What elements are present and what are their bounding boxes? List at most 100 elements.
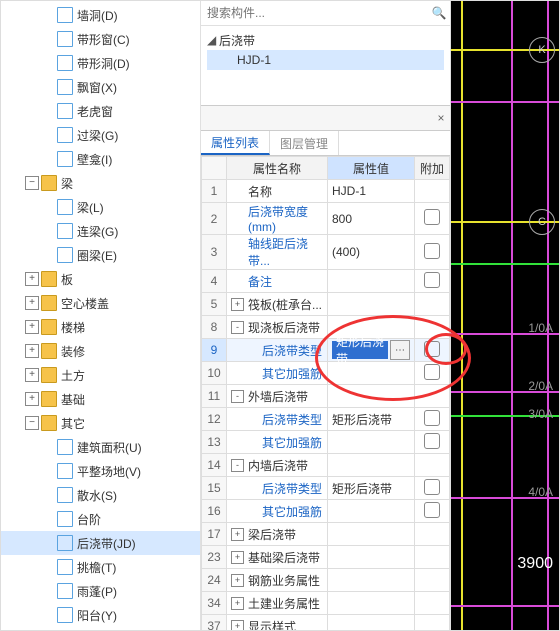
tab-properties[interactable]: 属性列表 [201,131,270,155]
property-value[interactable]: 矩形后浇带⋯ [328,339,414,361]
checkbox[interactable] [424,433,440,449]
extra-cell[interactable] [415,592,450,615]
extra-cell[interactable] [415,293,450,316]
extra-cell[interactable] [415,454,450,477]
tree-item[interactable]: 老虎窗 [1,99,200,123]
extra-cell[interactable] [415,362,450,385]
property-row[interactable]: 24+钢筋业务属性 [202,569,450,592]
category-tree[interactable]: 墙洞(D)带形窗(C)带形洞(D)飘窗(X)老虎窗过梁(G)壁龛(I)−梁梁(L… [1,1,201,630]
property-row[interactable]: 34+土建业务属性 [202,592,450,615]
tree-item[interactable]: 带形洞(D) [1,51,200,75]
property-value[interactable] [328,546,414,568]
collapse-icon[interactable]: − [25,176,39,190]
tree-item[interactable]: 带形窗(C) [1,27,200,51]
property-value[interactable] [328,385,414,407]
property-value[interactable] [328,431,414,453]
value-text[interactable]: 矩形后浇带 [332,341,388,359]
search-input[interactable] [201,6,428,20]
property-value[interactable] [328,454,414,476]
checkbox[interactable] [424,364,440,380]
collapse-icon[interactable]: - [231,321,244,334]
tree-folder[interactable]: −其它 [1,411,200,435]
property-row[interactable]: 5+筏板(桩承台... [202,293,450,316]
property-row[interactable]: 14-内墙后浇带 [202,454,450,477]
property-grid[interactable]: 属性名称 属性值 附加 1名称HJD-12后浇带宽度(mm)8003轴线距后浇带… [201,156,450,630]
extra-cell[interactable] [415,203,450,235]
tree-item[interactable]: 雨蓬(P) [1,579,200,603]
tree-item[interactable]: 挑檐(T) [1,555,200,579]
tree-item[interactable]: 壁龛(I) [1,147,200,171]
tree-folder[interactable]: +楼梯 [1,315,200,339]
extra-cell[interactable] [415,477,450,500]
expand-icon[interactable]: + [231,574,244,587]
tree-folder[interactable]: +土方 [1,363,200,387]
tree-item[interactable]: 散水(S) [1,483,200,507]
extra-cell[interactable] [415,500,450,523]
property-value[interactable] [328,270,414,292]
property-row[interactable]: 37+显示样式 [202,615,450,631]
tree-folder[interactable]: +板 [1,267,200,291]
property-row[interactable]: 4备注 [202,270,450,293]
expand-icon[interactable]: + [25,272,39,286]
property-value[interactable]: 矩形后浇带 [328,408,414,430]
property-row[interactable]: 13其它加强筋 [202,431,450,454]
collapse-icon[interactable]: - [231,459,244,472]
extra-cell[interactable] [415,408,450,431]
tree-item[interactable]: 平整场地(V) [1,459,200,483]
property-row[interactable]: 9后浇带类型矩形后浇带⋯ [202,339,450,362]
tree-folder[interactable]: +空心楼盖 [1,291,200,315]
tree-item[interactable]: 过梁(G) [1,123,200,147]
tree-folder[interactable]: +装修 [1,339,200,363]
checkbox[interactable] [424,272,440,288]
component-root[interactable]: ◢ 后浇带 [207,30,444,50]
checkbox[interactable] [424,410,440,426]
expand-icon[interactable]: + [25,344,39,358]
tree-item[interactable]: 圈梁(E) [1,243,200,267]
expand-icon[interactable]: + [25,368,39,382]
expand-icon[interactable]: + [25,392,39,406]
checkbox[interactable] [424,209,440,225]
expand-icon[interactable]: + [25,320,39,334]
tree-item[interactable]: 后浇带(JD) [1,531,200,555]
property-value[interactable]: HJD-1 [328,180,414,202]
property-value[interactable] [328,592,414,614]
property-value[interactable] [328,523,414,545]
property-row[interactable]: 16其它加强筋 [202,500,450,523]
property-value[interactable] [328,293,414,315]
component-item[interactable]: HJD-1 [207,50,444,70]
property-row[interactable]: 3轴线距后浇带...(400) [202,235,450,270]
property-row[interactable]: 11-外墙后浇带 [202,385,450,408]
property-value[interactable] [328,500,414,522]
extra-cell[interactable] [415,615,450,631]
checkbox[interactable] [424,479,440,495]
component-tree[interactable]: ◢ 后浇带 HJD-1 [201,26,450,106]
extra-cell[interactable] [415,546,450,569]
tree-item[interactable]: 墙洞(D) [1,3,200,27]
expand-icon[interactable]: + [25,296,39,310]
property-row[interactable]: 8-现浇板后浇带 [202,316,450,339]
property-value[interactable]: 800 [328,203,414,234]
extra-cell[interactable] [415,523,450,546]
tree-item[interactable]: 梁(L) [1,195,200,219]
checkbox[interactable] [424,243,440,259]
tree-folder[interactable]: −梁 [1,171,200,195]
property-row[interactable]: 15后浇带类型矩形后浇带 [202,477,450,500]
expand-icon[interactable]: + [231,298,244,311]
extra-cell[interactable] [415,180,450,203]
property-value[interactable] [328,362,414,384]
extra-cell[interactable] [415,316,450,339]
tree-folder[interactable]: +基础 [1,387,200,411]
collapse-icon[interactable]: - [231,390,244,403]
extra-cell[interactable] [415,235,450,270]
property-value[interactable] [328,569,414,591]
property-row[interactable]: 17+梁后浇带 [202,523,450,546]
checkbox[interactable] [424,502,440,518]
expand-icon[interactable]: + [231,551,244,564]
extra-cell[interactable] [415,270,450,293]
collapse-icon[interactable]: − [25,416,39,430]
tree-item[interactable]: 连梁(G) [1,219,200,243]
property-row[interactable]: 1名称HJD-1 [202,180,450,203]
property-value[interactable]: 矩形后浇带 [328,477,414,499]
property-row[interactable]: 2后浇带宽度(mm)800 [202,203,450,235]
property-row[interactable]: 12后浇带类型矩形后浇带 [202,408,450,431]
